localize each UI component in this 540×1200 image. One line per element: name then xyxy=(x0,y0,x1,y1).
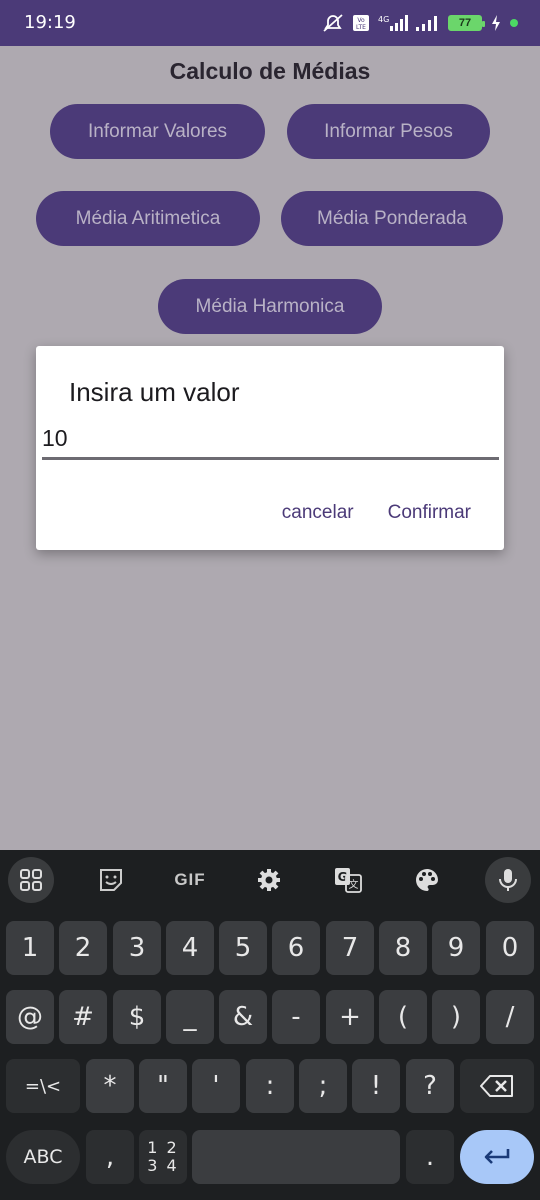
backspace-key[interactable] xyxy=(460,1059,534,1113)
key-dollar[interactable]: $ xyxy=(113,990,161,1044)
abc-key[interactable]: ABC xyxy=(6,1130,80,1184)
enter-key[interactable] xyxy=(460,1130,534,1184)
key-at[interactable]: @ xyxy=(6,990,54,1044)
key-close-paren[interactable]: ) xyxy=(432,990,480,1044)
settings-gear-icon[interactable] xyxy=(246,857,292,903)
dialog-title: Insira um valor xyxy=(69,377,240,407)
status-bar: 19:19 Vo LTE 4G 77 xyxy=(0,0,540,46)
key-semicolon[interactable]: ; xyxy=(299,1059,347,1113)
signal-icon xyxy=(416,14,440,32)
key-period[interactable]: . xyxy=(406,1130,454,1184)
dialog-actions: cancelar Confirmar xyxy=(282,502,471,524)
key-slash[interactable]: / xyxy=(486,990,534,1044)
numpad-key[interactable]: 1 2 3 4 xyxy=(139,1130,187,1184)
key-2[interactable]: 2 xyxy=(59,921,107,975)
signal-4g-icon: 4G xyxy=(378,14,408,32)
confirm-button[interactable]: Confirmar xyxy=(388,502,471,524)
theme-palette-icon[interactable] xyxy=(404,857,450,903)
key-9[interactable]: 9 xyxy=(432,921,480,975)
space-bar[interactable] xyxy=(192,1130,400,1184)
svg-text:LTE: LTE xyxy=(356,24,366,31)
media-ponderada-button[interactable]: Média Ponderada xyxy=(281,191,503,246)
key-single-quote[interactable]: ' xyxy=(192,1059,240,1113)
mute-icon xyxy=(322,14,344,32)
page-title: Calculo de Médias xyxy=(169,58,371,84)
cancel-button[interactable]: cancelar xyxy=(282,502,354,524)
sticker-icon[interactable] xyxy=(88,857,134,903)
key-question[interactable]: ? xyxy=(406,1059,454,1113)
status-icons: Vo LTE 4G 77 xyxy=(322,12,518,34)
privacy-dot-icon xyxy=(510,19,518,27)
key-plus[interactable]: + xyxy=(326,990,374,1044)
gif-icon[interactable]: GIF xyxy=(167,857,213,903)
key-double-quote[interactable]: " xyxy=(139,1059,187,1113)
key-asterisk[interactable]: * xyxy=(86,1059,134,1113)
input-dialog: Insira um valor cancelar Confirmar xyxy=(36,346,504,550)
svg-text:文: 文 xyxy=(349,878,359,891)
key-8[interactable]: 8 xyxy=(379,921,427,975)
key-6[interactable]: 6 xyxy=(272,921,320,975)
value-input[interactable] xyxy=(42,420,499,460)
key-5[interactable]: 5 xyxy=(219,921,267,975)
battery-level: 77 xyxy=(458,17,472,29)
microphone-icon[interactable] xyxy=(485,857,531,903)
key-colon[interactable]: : xyxy=(246,1059,294,1113)
key-comma[interactable]: , xyxy=(86,1130,134,1184)
status-time: 19:19 xyxy=(24,12,76,33)
informar-pesos-button[interactable]: Informar Pesos xyxy=(287,104,490,159)
battery-icon: 77 xyxy=(448,15,485,31)
key-4[interactable]: 4 xyxy=(166,921,214,975)
keyboard: GIF G文 1 2 3 4 5 6 7 8 9 0 @ # $ _ & - +… xyxy=(0,850,540,1200)
key-7[interactable]: 7 xyxy=(326,921,374,975)
key-3[interactable]: 3 xyxy=(113,921,161,975)
keyboard-toolbar: GIF G文 xyxy=(0,850,540,910)
key-minus[interactable]: - xyxy=(272,990,320,1044)
key-underscore[interactable]: _ xyxy=(166,990,214,1044)
translate-icon[interactable]: G文 xyxy=(325,857,371,903)
key-ampersand[interactable]: & xyxy=(219,990,267,1044)
media-aritimetica-button[interactable]: Média Aritimetica xyxy=(36,191,260,246)
key-open-paren[interactable]: ( xyxy=(379,990,427,1044)
backspace-icon xyxy=(480,1075,513,1097)
svg-text:Vo: Vo xyxy=(357,17,365,24)
volte-icon: Vo LTE xyxy=(352,14,370,32)
charging-icon xyxy=(490,14,502,32)
svg-text:4G: 4G xyxy=(378,15,389,24)
key-more-symbols[interactable]: =\< xyxy=(6,1059,80,1113)
apps-grid-icon[interactable] xyxy=(8,857,54,903)
key-1[interactable]: 1 xyxy=(6,921,54,975)
key-hash[interactable]: # xyxy=(59,990,107,1044)
numpad-label: 1 2 3 4 xyxy=(147,1138,179,1175)
enter-icon xyxy=(484,1149,510,1164)
key-exclamation[interactable]: ! xyxy=(352,1059,400,1113)
media-harmonica-button[interactable]: Média Harmonica xyxy=(158,279,382,334)
key-0[interactable]: 0 xyxy=(486,921,534,975)
informar-valores-button[interactable]: Informar Valores xyxy=(50,104,265,159)
